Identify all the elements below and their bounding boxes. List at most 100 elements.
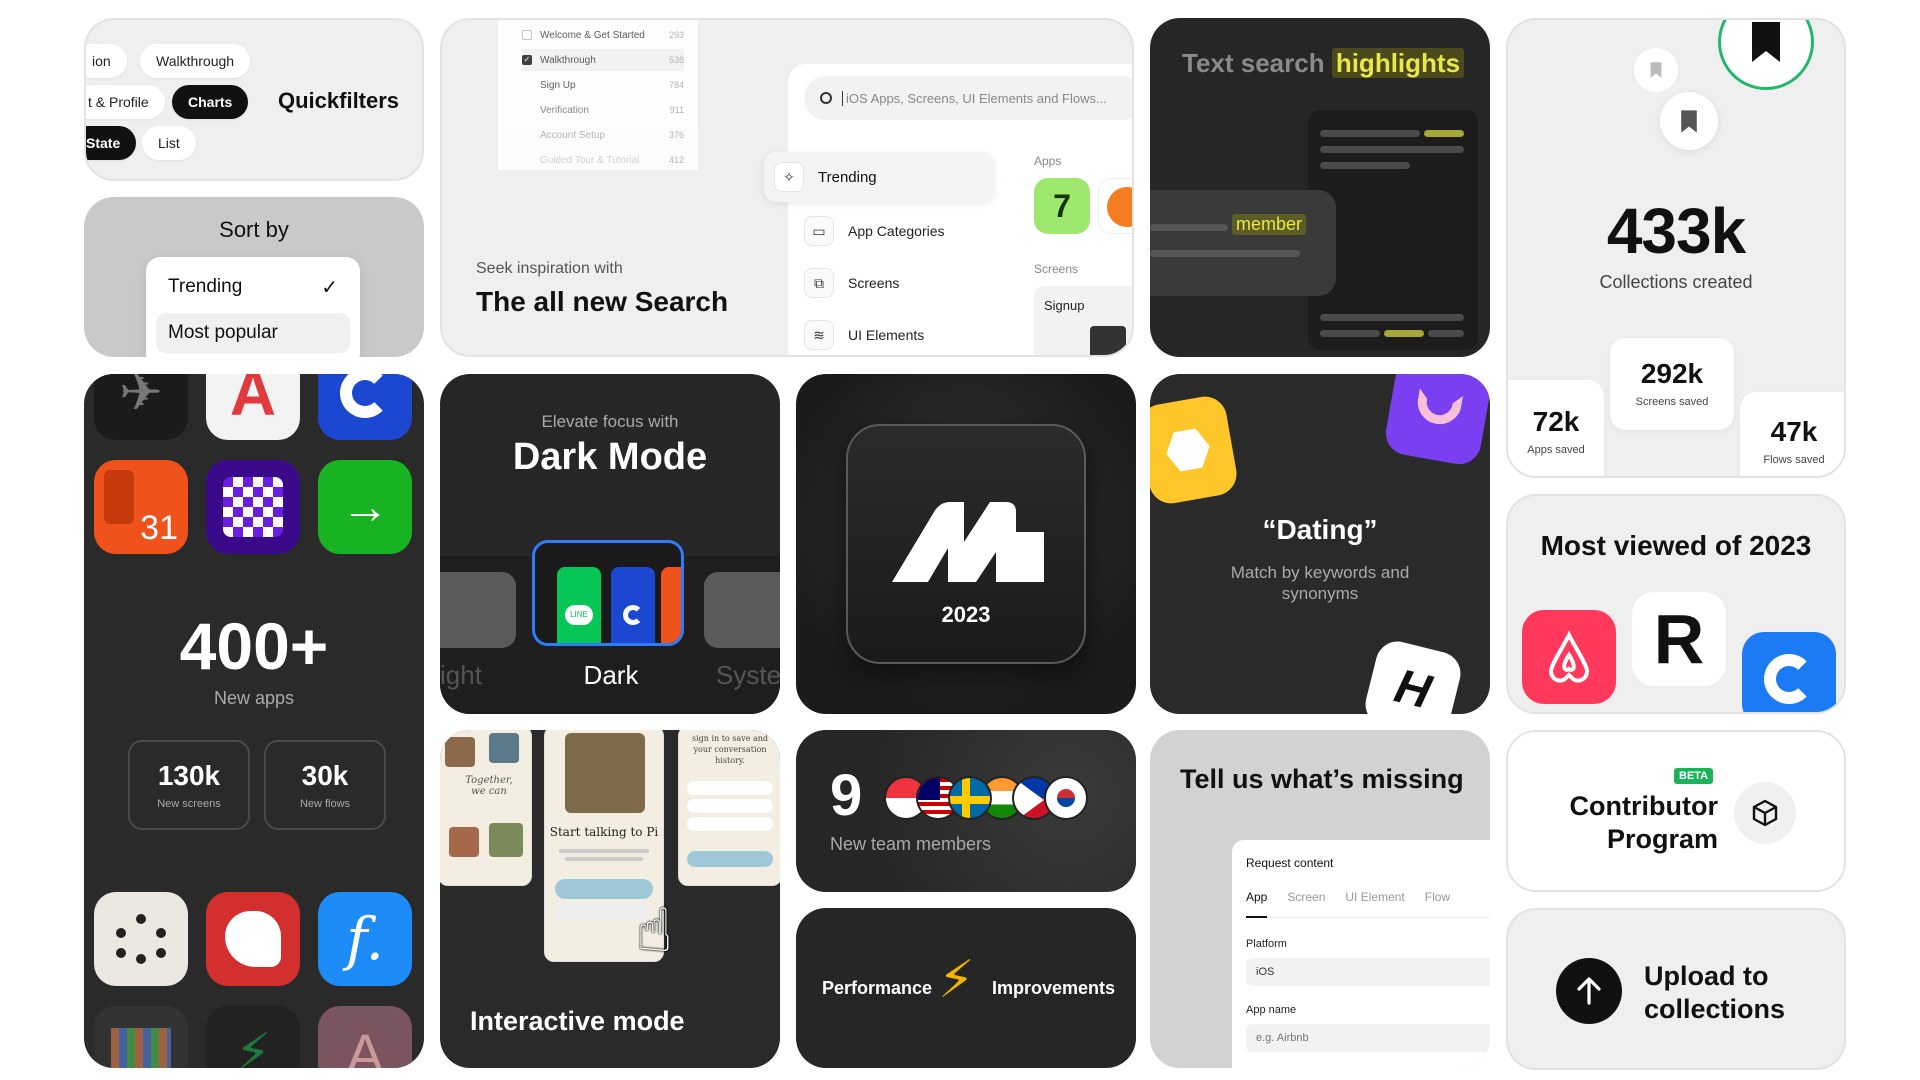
screen-result-card[interactable]: Signup — [1034, 286, 1132, 355]
platform-select[interactable]: iOS — [1246, 958, 1490, 986]
new-screens-stat: 130k New screens — [128, 740, 250, 830]
task-flow-row[interactable]: ✓ Walkthrough 538 — [522, 49, 684, 71]
arrow-app-icon[interactable]: → — [318, 460, 412, 554]
phone-text: Together, we can — [465, 775, 513, 797]
upload-card[interactable]: Upload to collections — [1506, 908, 1846, 1070]
bumble-app-icon[interactable] — [1150, 393, 1241, 507]
dark-mode-subtitle: Elevate focus with — [541, 412, 679, 431]
collections-count: 433k — [1606, 195, 1746, 267]
search-input[interactable]: iOS Apps, Screens, UI Elements and Flows… — [804, 76, 1132, 120]
theme-preview-dark[interactable]: LINE — [532, 540, 684, 646]
lightning-icon: ⚡ — [938, 951, 975, 1009]
plane-app-icon[interactable]: ✈ — [94, 374, 188, 440]
wise-app-icon[interactable]: 7 — [1034, 178, 1090, 234]
theme-option-dark[interactable]: Dark — [532, 660, 690, 691]
feather-app-icon[interactable]: f. — [318, 892, 412, 986]
app-name-input[interactable] — [1246, 1024, 1490, 1052]
theme-option-system[interactable]: Syste — [716, 660, 780, 691]
task-flow-row[interactable]: Account Setup 376 — [522, 124, 684, 146]
hinge-app-icon[interactable]: H — [1360, 636, 1466, 714]
checker-app-icon[interactable] — [206, 460, 300, 554]
c-logo-app-icon[interactable] — [318, 374, 412, 440]
menu-label: Trending — [818, 168, 877, 186]
screen-thumbnail — [1090, 326, 1126, 355]
phone-text: Start talking to Pi — [549, 825, 659, 839]
purple-dating-app-icon[interactable] — [1382, 374, 1490, 468]
tab-flow[interactable]: Flow — [1425, 890, 1450, 917]
quickfilter-pill[interactable]: List — [142, 126, 196, 160]
letter-a-app-icon[interactable]: A — [206, 374, 300, 440]
c-app-icon[interactable] — [1742, 632, 1836, 712]
screen-result-label: Signup — [1044, 298, 1085, 313]
request-form-title: Request content — [1246, 856, 1334, 870]
bolt-app-icon[interactable]: ⚡ — [206, 1006, 300, 1068]
search-placeholder: iOS Apps, Screens, UI Elements and Flows… — [842, 90, 1107, 106]
dating-card: “Dating” Match by keywords and synonyms … — [1150, 374, 1490, 714]
quickfilter-pill[interactable]: ion — [86, 44, 127, 78]
orange-app-icon[interactable] — [1098, 178, 1132, 234]
quickfilter-pill[interactable]: Walkthrough — [140, 44, 251, 78]
search-tagline: Seek inspiration with — [476, 260, 623, 277]
highlighted-keyword: member — [1232, 214, 1307, 235]
r-app-icon[interactable]: R — [1632, 592, 1726, 686]
search-headline: The all new Search — [476, 286, 729, 317]
task-flow-row[interactable]: Verification 911 — [522, 99, 684, 121]
checkbox-checked-icon: ✓ — [522, 54, 532, 65]
bookmark-icon — [1681, 109, 1697, 133]
bookmark-icon — [1650, 62, 1662, 78]
search-menu-app-categories[interactable]: ▭ App Categories — [804, 214, 974, 248]
contributor-title: Contributor Program — [1569, 791, 1718, 854]
task-flow-row[interactable]: Sign Up 784 — [522, 74, 684, 96]
sort-option-most-popular[interactable]: Most popular — [156, 313, 350, 353]
theme-preview-light[interactable] — [440, 572, 516, 648]
dots-app-icon[interactable] — [94, 892, 188, 986]
quickfilter-pill-active[interactable]: Charts — [172, 85, 249, 119]
quickfilters-card[interactable]: ion Walkthrough t & Profile Charts State… — [84, 18, 424, 181]
search-icon — [820, 92, 832, 104]
sort-by-dropdown[interactable]: Trending ✓ Most popular — [146, 257, 360, 357]
text-search-title: Text search highlights — [1182, 48, 1465, 79]
bear-app-icon[interactable] — [206, 892, 300, 986]
beta-badge: BETA — [1674, 768, 1714, 784]
task-flow-row[interactable]: Guided Tour & Tutorial 412 — [522, 149, 684, 171]
search-menu-screens[interactable]: ⧉ Screens — [804, 266, 974, 300]
theme-option-light[interactable]: ight — [440, 660, 482, 691]
flows-saved-stat: 47k Flows saved — [1740, 392, 1844, 476]
quickfilter-pill-active[interactable]: State — [86, 126, 137, 160]
new-apps-card: ✈ A 31 → 400+ New apps 130k New screens … — [84, 374, 424, 1068]
performance-card: Performance ⚡ Improvements — [796, 908, 1136, 1068]
stripes-app-icon[interactable] — [94, 1006, 188, 1068]
sort-option-trending[interactable]: Trending ✓ — [156, 267, 350, 307]
airbnb-logo-icon — [1548, 630, 1590, 683]
dark-mode-card: Elevate focus with Dark Mode LINE ight D… — [440, 374, 780, 714]
upload-title: Upload to collections — [1644, 961, 1786, 1024]
quickfilter-pill[interactable]: t & Profile — [86, 85, 165, 119]
tab-screen[interactable]: Screen — [1287, 890, 1325, 917]
request-tabs: App Screen UI Element Flow — [1246, 890, 1490, 918]
collections-card: 433k Collections created 72k Apps saved … — [1506, 18, 1846, 478]
search-menu-trending[interactable]: ✧ Trending — [764, 152, 994, 202]
flag-row — [884, 776, 1088, 822]
sort-by-card: Sort by Trending ✓ Most popular — [84, 197, 424, 357]
airbnb-app-icon[interactable] — [1522, 610, 1616, 704]
tab-ui-element[interactable]: UI Element — [1345, 890, 1404, 917]
missing-title: Tell us what’s missing — [1180, 764, 1464, 794]
missing-content-card: Tell us what’s missing Request content A… — [1150, 730, 1490, 1068]
collections-count-label: Collections created — [1599, 272, 1753, 292]
interactive-mode-title: Interactive mode — [470, 1006, 685, 1036]
mobbin-logo-icon — [892, 502, 1044, 582]
task-flow-row[interactable]: Welcome & Get Started 293 — [522, 24, 684, 46]
letter-a-pink-app-icon[interactable]: A — [318, 1006, 412, 1068]
cube-icon — [1752, 799, 1778, 827]
contributor-icon-circle — [1734, 782, 1796, 844]
tab-app[interactable]: App — [1246, 890, 1268, 918]
upload-button[interactable] — [1556, 958, 1622, 1024]
search-card: Welcome & Get Started 293 ✓ Walkthrough 538… — [440, 18, 1134, 357]
hand-cursor-icon: ☝ — [636, 897, 673, 964]
contributor-card[interactable]: BETA Contributor Program — [1506, 730, 1846, 892]
new-apps-count: 400+ — [179, 609, 329, 683]
theme-preview-system[interactable] — [704, 572, 780, 648]
calendar-app-icon[interactable]: 31 — [94, 460, 188, 554]
search-menu-ui-elements[interactable]: ≋ UI Elements — [804, 318, 974, 352]
dating-title: “Dating” — [1262, 514, 1378, 545]
